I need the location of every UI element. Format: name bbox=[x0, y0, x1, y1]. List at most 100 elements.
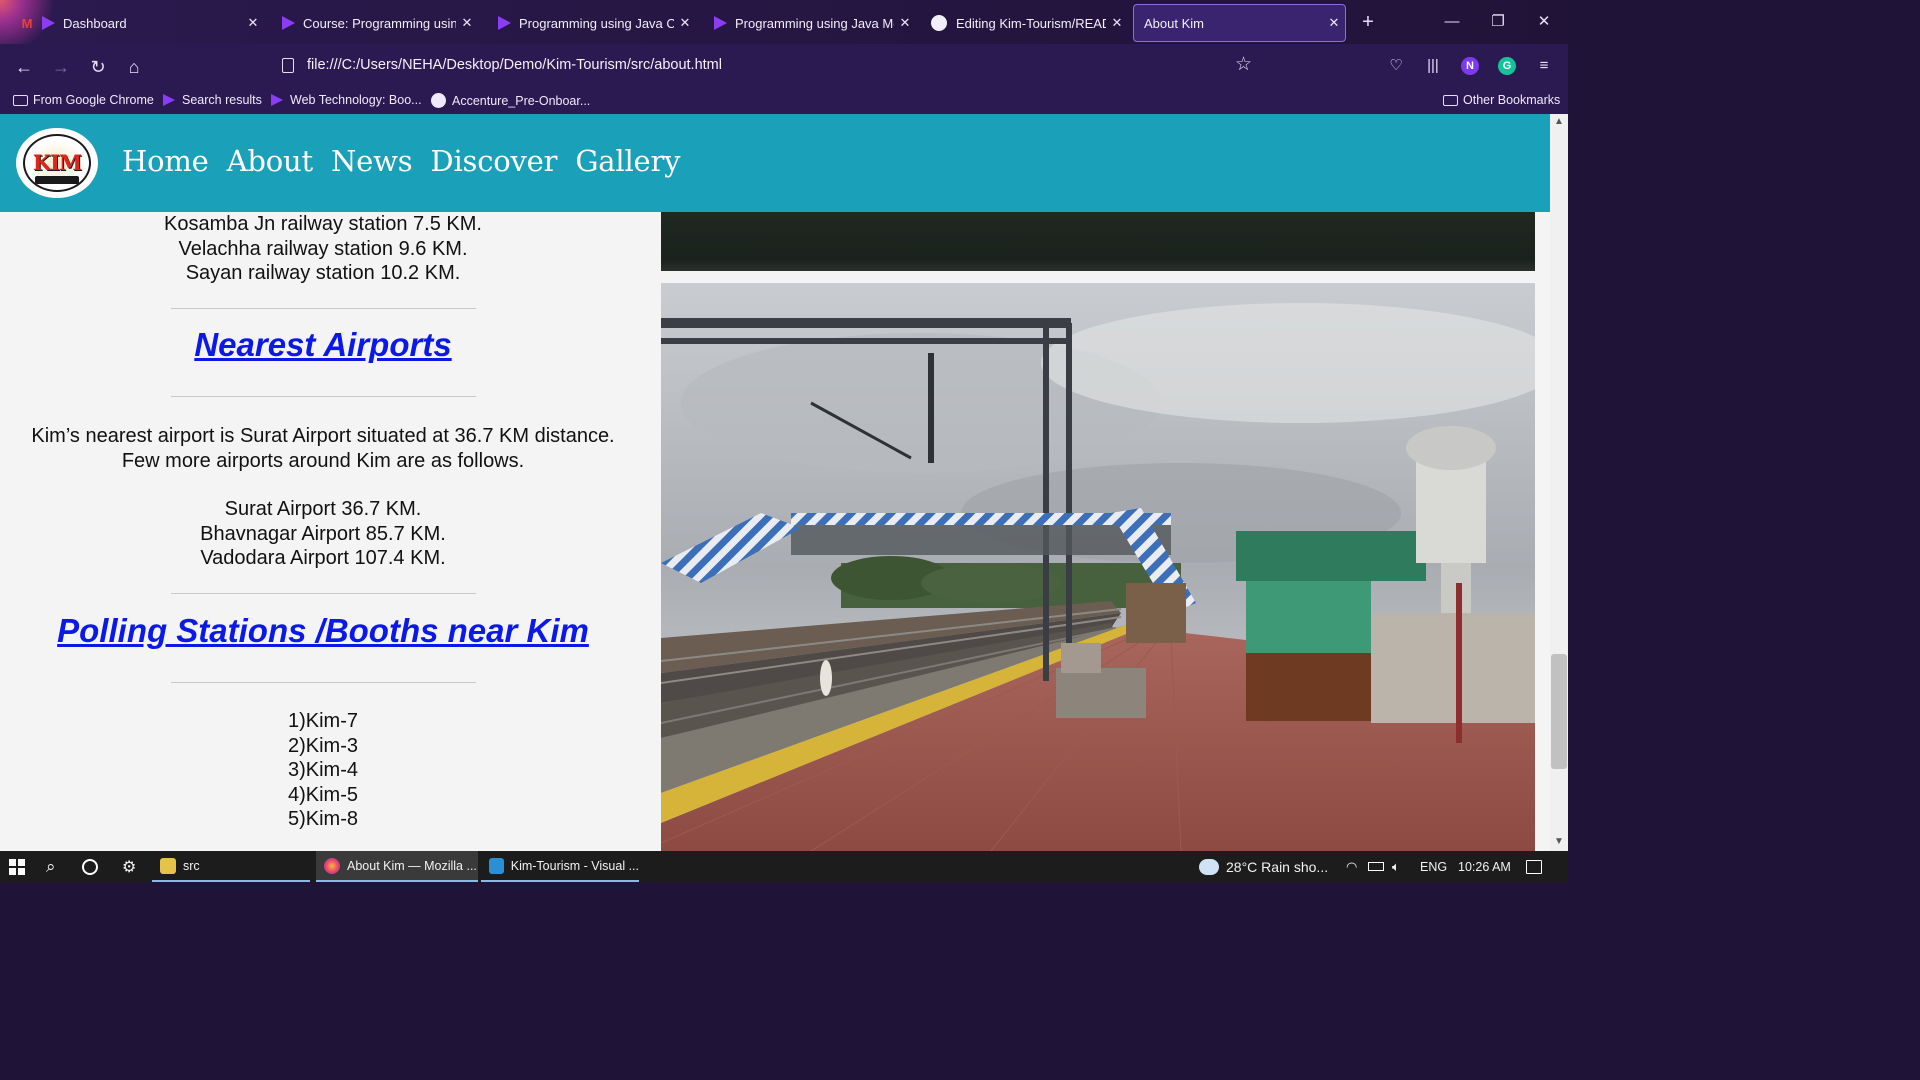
logo-ribbon bbox=[35, 176, 79, 184]
tab-about-kim[interactable]: About Kim ✕ bbox=[1133, 4, 1346, 42]
bookmark-star-icon[interactable]: ☆ bbox=[1235, 53, 1252, 76]
start-button[interactable] bbox=[9, 851, 27, 882]
nav-gallery[interactable]: Gallery bbox=[575, 144, 680, 178]
list-item: Bhavnagar Airport 85.7 KM. bbox=[200, 522, 446, 545]
list-item: 2)Kim-3 bbox=[287, 734, 358, 757]
paragraph-line: Kim’s nearest airport is Surat Airport s… bbox=[31, 425, 615, 447]
airports-intro: Kim’s nearest airport is Surat Airport s… bbox=[0, 424, 646, 473]
scroll-up-icon[interactable]: ▲ bbox=[1550, 116, 1568, 127]
taskbar-label: About Kim — Mozilla ... bbox=[347, 858, 477, 873]
settings-gear-icon[interactable]: ⚙ bbox=[122, 851, 136, 882]
bookmark-label: Accenture_Pre-Onboar... bbox=[452, 93, 591, 108]
taskbar-label: Kim-Tourism - Visual ... bbox=[510, 858, 639, 873]
taskbar-vscode[interactable]: Kim-Tourism - Visual ... bbox=[481, 851, 639, 882]
firefox-icon bbox=[324, 857, 340, 874]
close-window-button[interactable]: ✕ bbox=[1529, 8, 1559, 36]
bookmarks-toolbar: From Google Chrome Search results Web Te… bbox=[0, 88, 1568, 114]
scrollbar-thumb[interactable] bbox=[1551, 654, 1567, 769]
polling-stations-heading[interactable]: Polling Stations /Booths near Kim bbox=[0, 614, 646, 646]
vscode-icon bbox=[489, 857, 504, 874]
new-tab-button[interactable]: + bbox=[1356, 10, 1380, 34]
reload-button[interactable]: ↻ bbox=[85, 54, 111, 80]
battery-icon[interactable] bbox=[1368, 851, 1384, 882]
tab-course-java[interactable]: Course: Programming using J ✕ bbox=[272, 4, 478, 42]
nav-discover[interactable]: Discover bbox=[430, 144, 557, 178]
page-scrollbar[interactable]: ▲ ▼ bbox=[1550, 114, 1568, 851]
close-icon[interactable]: ✕ bbox=[674, 15, 696, 31]
profile-avatar[interactable]: N bbox=[1461, 57, 1479, 75]
nav-home[interactable]: Home bbox=[122, 144, 209, 178]
folder-icon bbox=[1443, 94, 1458, 106]
rain-cloud-icon bbox=[1199, 858, 1219, 875]
list-item: Vadodara Airport 107.4 KM. bbox=[200, 547, 446, 569]
minimize-button[interactable]: — bbox=[1437, 8, 1467, 36]
grammarly-icon[interactable]: G bbox=[1498, 57, 1516, 75]
station-photo-drawing bbox=[661, 283, 1535, 851]
bookmark-label: Other Bookmarks bbox=[1463, 93, 1561, 107]
tab-java-modern[interactable]: Programming using Java Mo ✕ bbox=[704, 4, 916, 42]
search-icon[interactable]: ⌕ bbox=[46, 851, 56, 882]
kim-logo[interactable]: KIM bbox=[16, 128, 98, 198]
close-icon[interactable]: ✕ bbox=[894, 15, 916, 31]
taskbar-label: src bbox=[183, 858, 200, 873]
nav-about[interactable]: About bbox=[227, 144, 314, 178]
address-bar[interactable]: file:///C:/Users/NEHA/Desktop/Demo/Kim-T… bbox=[272, 50, 1260, 82]
play-icon bbox=[282, 16, 295, 30]
bookmark-label: Search results bbox=[182, 93, 262, 107]
bookmark-accenture[interactable]: Accenture_Pre-Onboar... bbox=[431, 93, 590, 108]
polling-list: 1)Kim-7 2)Kim-3 3)Kim-4 4)Kim-5 5)Kim-8 bbox=[0, 709, 646, 832]
restore-button[interactable]: ❐ bbox=[1483, 8, 1513, 36]
close-icon[interactable]: ✕ bbox=[456, 15, 478, 31]
tab-title: Editing Kim-Tourism/READM bbox=[956, 15, 1106, 31]
divider bbox=[171, 593, 476, 594]
taskbar-firefox[interactable]: About Kim — Mozilla ... bbox=[316, 851, 478, 882]
weather-widget[interactable]: 28°C Rain sho... bbox=[1199, 851, 1328, 882]
tab-title: Course: Programming using J bbox=[303, 15, 456, 31]
play-icon bbox=[42, 16, 55, 30]
railway-station-photo bbox=[661, 283, 1535, 851]
logo-emblem: KIM bbox=[23, 134, 91, 192]
volume-icon[interactable]: 🔈︎ bbox=[1392, 851, 1400, 882]
close-icon[interactable]: ✕ bbox=[1323, 15, 1345, 31]
menu-icon[interactable]: ≡ bbox=[1533, 55, 1555, 77]
language-indicator[interactable]: ENG bbox=[1420, 851, 1447, 882]
close-icon[interactable]: ✕ bbox=[242, 15, 264, 31]
tab-github-readme[interactable]: Editing Kim-Tourism/READM ✕ bbox=[920, 4, 1128, 42]
nav-news[interactable]: News bbox=[331, 144, 413, 178]
home-button[interactable]: ⌂ bbox=[121, 54, 147, 80]
divider bbox=[171, 396, 476, 397]
tab-dashboard[interactable]: M Dashboard ✕ bbox=[4, 4, 264, 42]
list-item: 3)Kim-4 bbox=[287, 759, 358, 781]
github-icon bbox=[930, 14, 948, 32]
url-text[interactable]: file:///C:/Users/NEHA/Desktop/Demo/Kim-T… bbox=[307, 57, 722, 73]
divider bbox=[171, 682, 476, 683]
cortana-icon[interactable] bbox=[82, 851, 98, 882]
bookmark-web-technology[interactable]: Web Technology: Boo... bbox=[271, 93, 422, 107]
wifi-icon[interactable]: ◠ bbox=[1346, 851, 1357, 882]
tab-java-core[interactable]: Programming using Java Cor ✕ bbox=[488, 4, 696, 42]
bookmark-label: From Google Chrome bbox=[33, 93, 154, 107]
nearest-airports-heading[interactable]: Nearest Airports bbox=[0, 328, 646, 360]
pocket-icon[interactable]: ♡ bbox=[1385, 55, 1407, 77]
list-item: Kosamba Jn railway station 7.5 KM. bbox=[164, 213, 482, 235]
railway-list: Kosamba Jn railway station 7.5 KM. Velac… bbox=[0, 212, 646, 286]
forward-button[interactable]: → bbox=[48, 54, 74, 80]
list-item: 4)Kim-5 bbox=[287, 783, 358, 806]
site-nav: Home About News Discover Gallery bbox=[122, 144, 681, 178]
close-icon[interactable]: ✕ bbox=[1106, 15, 1128, 31]
page-viewport: KIM Home About News Discover Gallery Kos… bbox=[0, 114, 1550, 851]
other-bookmarks[interactable]: Other Bookmarks bbox=[1443, 93, 1560, 107]
tab-title: Programming using Java Mo bbox=[735, 15, 894, 31]
notifications-icon[interactable] bbox=[1526, 851, 1542, 882]
play-icon bbox=[714, 16, 727, 30]
back-button[interactable]: ← bbox=[11, 54, 37, 80]
bookmark-search-results[interactable]: Search results bbox=[163, 93, 262, 107]
clock[interactable]: 10:26 AM bbox=[1458, 851, 1511, 882]
taskbar-file-explorer[interactable]: src bbox=[152, 851, 310, 882]
divider bbox=[171, 308, 476, 309]
tab-title: Dashboard bbox=[63, 15, 127, 31]
scroll-down-icon[interactable]: ▼ bbox=[1550, 836, 1568, 847]
windows-taskbar: ⌕ ⚙ src About Kim — Mozilla ... Kim-Tour… bbox=[0, 851, 1568, 882]
library-icon[interactable]: ||| bbox=[1422, 55, 1444, 77]
bookmark-from-google-chrome[interactable]: From Google Chrome bbox=[13, 93, 154, 107]
